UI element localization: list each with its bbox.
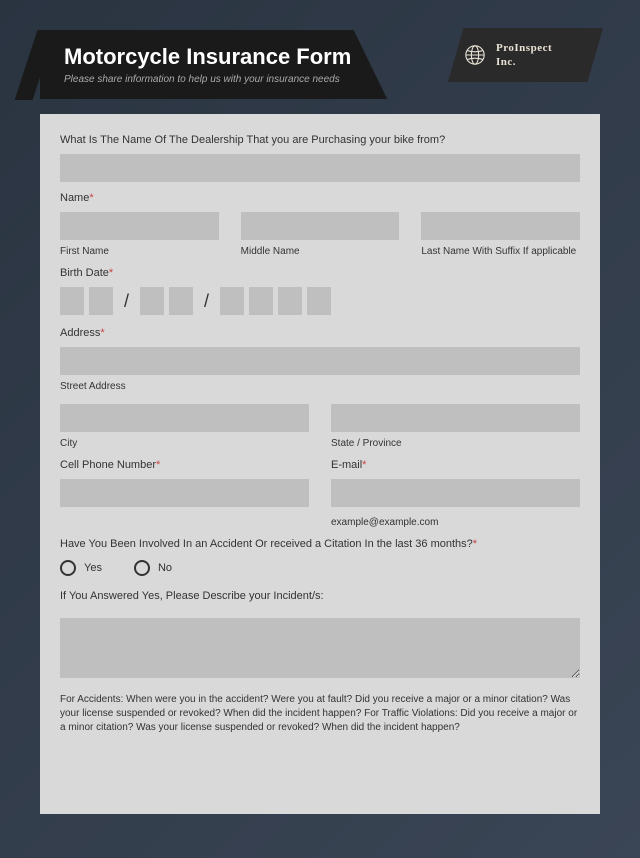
state-label: State / Province	[331, 438, 580, 449]
middle-name-input[interactable]	[241, 212, 400, 240]
street-address-input[interactable]	[60, 347, 580, 375]
logo-line2: Inc.	[496, 55, 552, 69]
birth-year-4[interactable]	[307, 287, 331, 315]
accident-question: Have You Been Involved In an Accident Or…	[60, 538, 580, 550]
birth-year-2[interactable]	[249, 287, 273, 315]
name-label: Name*	[60, 192, 580, 204]
dealership-question: What Is The Name Of The Dealership That …	[60, 134, 580, 146]
email-label: E-mail*	[331, 459, 580, 471]
birth-date-label: Birth Date*	[60, 267, 580, 279]
radio-no-label: No	[158, 562, 172, 574]
first-name-label: First Name	[60, 246, 219, 257]
radio-no[interactable]: No	[134, 560, 172, 576]
address-label: Address*	[60, 327, 580, 339]
dealership-input[interactable]	[60, 154, 580, 182]
birth-year-1[interactable]	[220, 287, 244, 315]
phone-input[interactable]	[60, 479, 309, 507]
logo-line1: ProInspect	[496, 41, 552, 55]
company-logo: ProInspect Inc.	[448, 28, 603, 82]
incident-hint: For Accidents: When were you in the acci…	[60, 693, 580, 735]
middle-name-label: Middle Name	[241, 246, 400, 257]
street-address-label: Street Address	[60, 381, 580, 392]
globe-icon	[464, 44, 486, 66]
birth-month-1[interactable]	[60, 287, 84, 315]
city-label: City	[60, 438, 309, 449]
radio-yes-label: Yes	[84, 562, 102, 574]
date-separator: /	[124, 291, 129, 312]
city-input[interactable]	[60, 404, 309, 432]
incident-textarea[interactable]	[60, 618, 580, 678]
date-separator: /	[204, 291, 209, 312]
birth-day-1[interactable]	[140, 287, 164, 315]
form-body: What Is The Name Of The Dealership That …	[40, 114, 600, 814]
radio-circle-icon	[134, 560, 150, 576]
logo-text: ProInspect Inc.	[496, 41, 552, 70]
phone-label: Cell Phone Number*	[60, 459, 309, 471]
first-name-input[interactable]	[60, 212, 219, 240]
form-header: Motorcycle Insurance Form Please share i…	[40, 30, 600, 100]
radio-yes[interactable]: Yes	[60, 560, 102, 576]
birth-day-2[interactable]	[169, 287, 193, 315]
last-name-label: Last Name With Suffix If applicable	[421, 246, 580, 257]
describe-label: If You Answered Yes, Please Describe you…	[60, 590, 580, 602]
last-name-input[interactable]	[421, 212, 580, 240]
birth-year-3[interactable]	[278, 287, 302, 315]
radio-circle-icon	[60, 560, 76, 576]
email-input[interactable]	[331, 479, 580, 507]
email-example: example@example.com	[331, 517, 580, 528]
birth-date-row: / /	[60, 287, 580, 315]
birth-month-2[interactable]	[89, 287, 113, 315]
state-input[interactable]	[331, 404, 580, 432]
